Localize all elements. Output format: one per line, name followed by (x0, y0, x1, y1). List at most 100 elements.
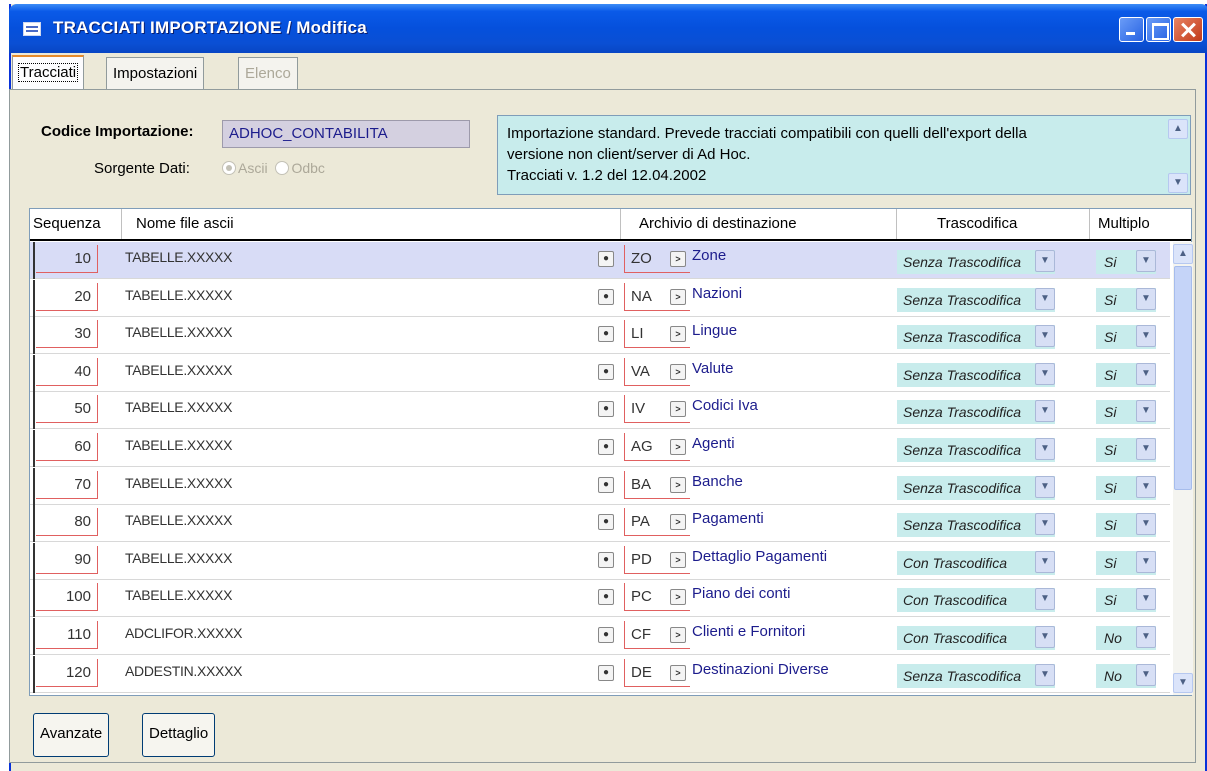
chevron-down-icon[interactable]: ▼ (1136, 475, 1156, 498)
table-row[interactable]: 100 TABELLE.XXXXX ● PC > Piano dei conti Con T… (30, 580, 1170, 618)
zoom-icon[interactable]: ● (598, 326, 614, 343)
chevron-down-icon[interactable]: ▼ (1035, 663, 1055, 686)
multiplo-select[interactable]: Si ▼ (1096, 588, 1156, 613)
trascodifica-select[interactable]: Senza Trascodifica ▼ (897, 400, 1055, 425)
trascodifica-select[interactable]: Senza Trascodifica ▼ (897, 362, 1055, 387)
minimize-button[interactable] (1119, 17, 1144, 42)
chevron-down-icon[interactable]: ▼ (1136, 287, 1156, 310)
seq-input[interactable]: 40 (36, 357, 98, 386)
zoom-icon[interactable]: ● (598, 589, 614, 606)
chevron-down-icon[interactable]: ▼ (1136, 438, 1156, 460)
seq-input[interactable]: 100 (36, 583, 98, 612)
link-arrow-icon[interactable]: > (670, 627, 686, 643)
seq-input[interactable]: 120 (36, 658, 98, 687)
nome-file-cell[interactable]: TABELLE.XXXXX (125, 550, 232, 566)
trascodifica-select[interactable]: Senza Trascodifica ▼ (897, 438, 1055, 462)
link-arrow-icon[interactable]: > (670, 551, 686, 568)
link-arrow-icon[interactable]: > (670, 363, 686, 380)
multiplo-select[interactable]: Si ▼ (1096, 250, 1156, 274)
zoom-icon[interactable]: ● (598, 363, 614, 380)
table-row[interactable]: 20 TABELLE.XXXXX ● NA > Nazioni Senza Trascodi… (30, 279, 1170, 317)
description-textarea[interactable]: Importazione standard. Prevede tracciati… (497, 115, 1191, 195)
chevron-down-icon[interactable]: ▼ (1136, 362, 1156, 385)
chevron-down-icon[interactable]: ▼ (1136, 250, 1156, 272)
trascodifica-select[interactable]: Con Trascodifica ▼ (897, 550, 1055, 575)
chevron-down-icon[interactable]: ▼ (1136, 588, 1156, 611)
maximize-button[interactable] (1146, 17, 1171, 42)
chevron-down-icon[interactable]: ▼ (1136, 325, 1156, 348)
multiplo-select[interactable]: Si ▼ (1096, 438, 1156, 462)
chevron-down-icon[interactable]: ▼ (1035, 550, 1055, 573)
link-arrow-icon[interactable]: > (670, 251, 686, 267)
zoom-icon[interactable]: ● (598, 476, 614, 493)
chevron-down-icon[interactable]: ▼ (1035, 287, 1055, 310)
seq-input[interactable]: 10 (36, 245, 98, 273)
seq-input[interactable]: 110 (36, 621, 98, 649)
avanzate-button[interactable]: Avanzate (33, 713, 110, 757)
nome-file-cell[interactable]: TABELLE.XXXXX (125, 437, 232, 453)
multiplo-select[interactable]: Si ▼ (1096, 475, 1156, 500)
seq-input[interactable]: 50 (36, 395, 98, 424)
grid-scroll-down-icon[interactable]: ▼ (1173, 673, 1193, 693)
scroll-up-icon[interactable]: ▲ (1168, 119, 1188, 139)
seq-input[interactable]: 80 (36, 508, 98, 537)
zoom-icon[interactable]: ● (598, 401, 614, 418)
link-arrow-icon[interactable]: > (670, 589, 686, 606)
nome-file-cell[interactable]: TABELLE.XXXXX (125, 249, 232, 265)
chevron-down-icon[interactable]: ▼ (1035, 588, 1055, 611)
seq-input[interactable]: 70 (36, 470, 98, 499)
chevron-down-icon[interactable]: ▼ (1136, 626, 1156, 648)
nome-file-cell[interactable]: TABELLE.XXXXX (125, 399, 232, 415)
chevron-down-icon[interactable]: ▼ (1136, 513, 1156, 536)
link-arrow-icon[interactable]: > (670, 401, 686, 418)
zoom-icon[interactable]: ● (598, 514, 614, 531)
chevron-down-icon[interactable]: ▼ (1035, 475, 1055, 498)
table-row[interactable]: 120 ADDESTIN.XXXXX ● DE > Destinazioni Divers… (30, 655, 1170, 693)
close-button[interactable] (1173, 17, 1203, 42)
table-row[interactable]: 90 TABELLE.XXXXX ● PD > Dettaglio Pagamenti Co… (30, 542, 1170, 580)
chevron-down-icon[interactable]: ▼ (1035, 513, 1055, 536)
nome-file-cell[interactable]: TABELLE.XXXXX (125, 587, 232, 603)
description-scrollbar[interactable]: ▲ ▼ (1168, 119, 1188, 193)
table-row[interactable]: 110 ADCLIFOR.XXXXX ● CF > Clienti e Fornitori… (30, 618, 1170, 655)
grid-scroll-thumb[interactable] (1174, 266, 1192, 490)
table-row[interactable]: 40 TABELLE.XXXXX ● VA > Valute Senza Trascodif… (30, 354, 1170, 392)
chevron-down-icon[interactable]: ▼ (1035, 362, 1055, 385)
nome-file-cell[interactable]: TABELLE.XXXXX (125, 362, 232, 378)
table-row[interactable]: 60 TABELLE.XXXXX ● AG > Agenti Senza Trascodif… (30, 430, 1170, 467)
header-archivio[interactable]: Archivio di destinazione (621, 209, 897, 239)
trascodifica-select[interactable]: Con Trascodifica ▼ (897, 588, 1055, 613)
nome-file-cell[interactable]: TABELLE.XXXXX (125, 475, 232, 491)
zoom-icon[interactable]: ● (598, 439, 614, 455)
chevron-down-icon[interactable]: ▼ (1136, 400, 1156, 423)
trascodifica-select[interactable]: Senza Trascodifica ▼ (897, 513, 1055, 538)
header-multiplo[interactable]: Multiplo (1090, 209, 1190, 239)
trascodifica-select[interactable]: Con Trascodifica ▼ (897, 626, 1055, 650)
multiplo-select[interactable]: Si ▼ (1096, 287, 1156, 312)
trascodifica-select[interactable]: Senza Trascodifica ▼ (897, 287, 1055, 312)
title-bar[interactable]: TRACCIATI IMPORTAZIONE / Modifica (9, 4, 1207, 53)
chevron-down-icon[interactable]: ▼ (1035, 400, 1055, 423)
trascodifica-select[interactable]: Senza Trascodifica ▼ (897, 250, 1055, 274)
zoom-icon[interactable]: ● (598, 288, 614, 305)
table-row[interactable]: 70 TABELLE.XXXXX ● BA > Banche Senza Trascodif… (30, 467, 1170, 505)
tab-tracciati[interactable]: Tracciati (12, 55, 85, 91)
grid-scrollbar[interactable]: ▲ ▼ (1173, 242, 1193, 695)
chevron-down-icon[interactable]: ▼ (1136, 663, 1156, 686)
header-trascodifica[interactable]: Trascodifica (897, 209, 1090, 239)
multiplo-select[interactable]: Si ▼ (1096, 362, 1156, 387)
table-row[interactable]: 10 TABELLE.XXXXX ● ZO > Zone Senza Trascodific… (30, 242, 1170, 279)
table-row[interactable]: 30 TABELLE.XXXXX ● LI > Lingue Senza Trascodif… (30, 317, 1170, 355)
chevron-down-icon[interactable]: ▼ (1035, 626, 1055, 648)
nome-file-cell[interactable]: TABELLE.XXXXX (125, 512, 232, 528)
tab-impostazioni[interactable]: Impostazioni (106, 57, 205, 89)
multiplo-select[interactable]: Si ▼ (1096, 550, 1156, 575)
seq-input[interactable]: 60 (36, 433, 98, 461)
dettaglio-button[interactable]: Dettaglio (142, 713, 216, 757)
chevron-down-icon[interactable]: ▼ (1035, 325, 1055, 348)
codice-importazione-field[interactable]: ADHOC_CONTABILITA (222, 120, 470, 148)
multiplo-select[interactable]: Si ▼ (1096, 400, 1156, 425)
seq-input[interactable]: 20 (36, 282, 98, 311)
nome-file-cell[interactable]: TABELLE.XXXXX (125, 324, 232, 340)
chevron-down-icon[interactable]: ▼ (1035, 250, 1055, 272)
